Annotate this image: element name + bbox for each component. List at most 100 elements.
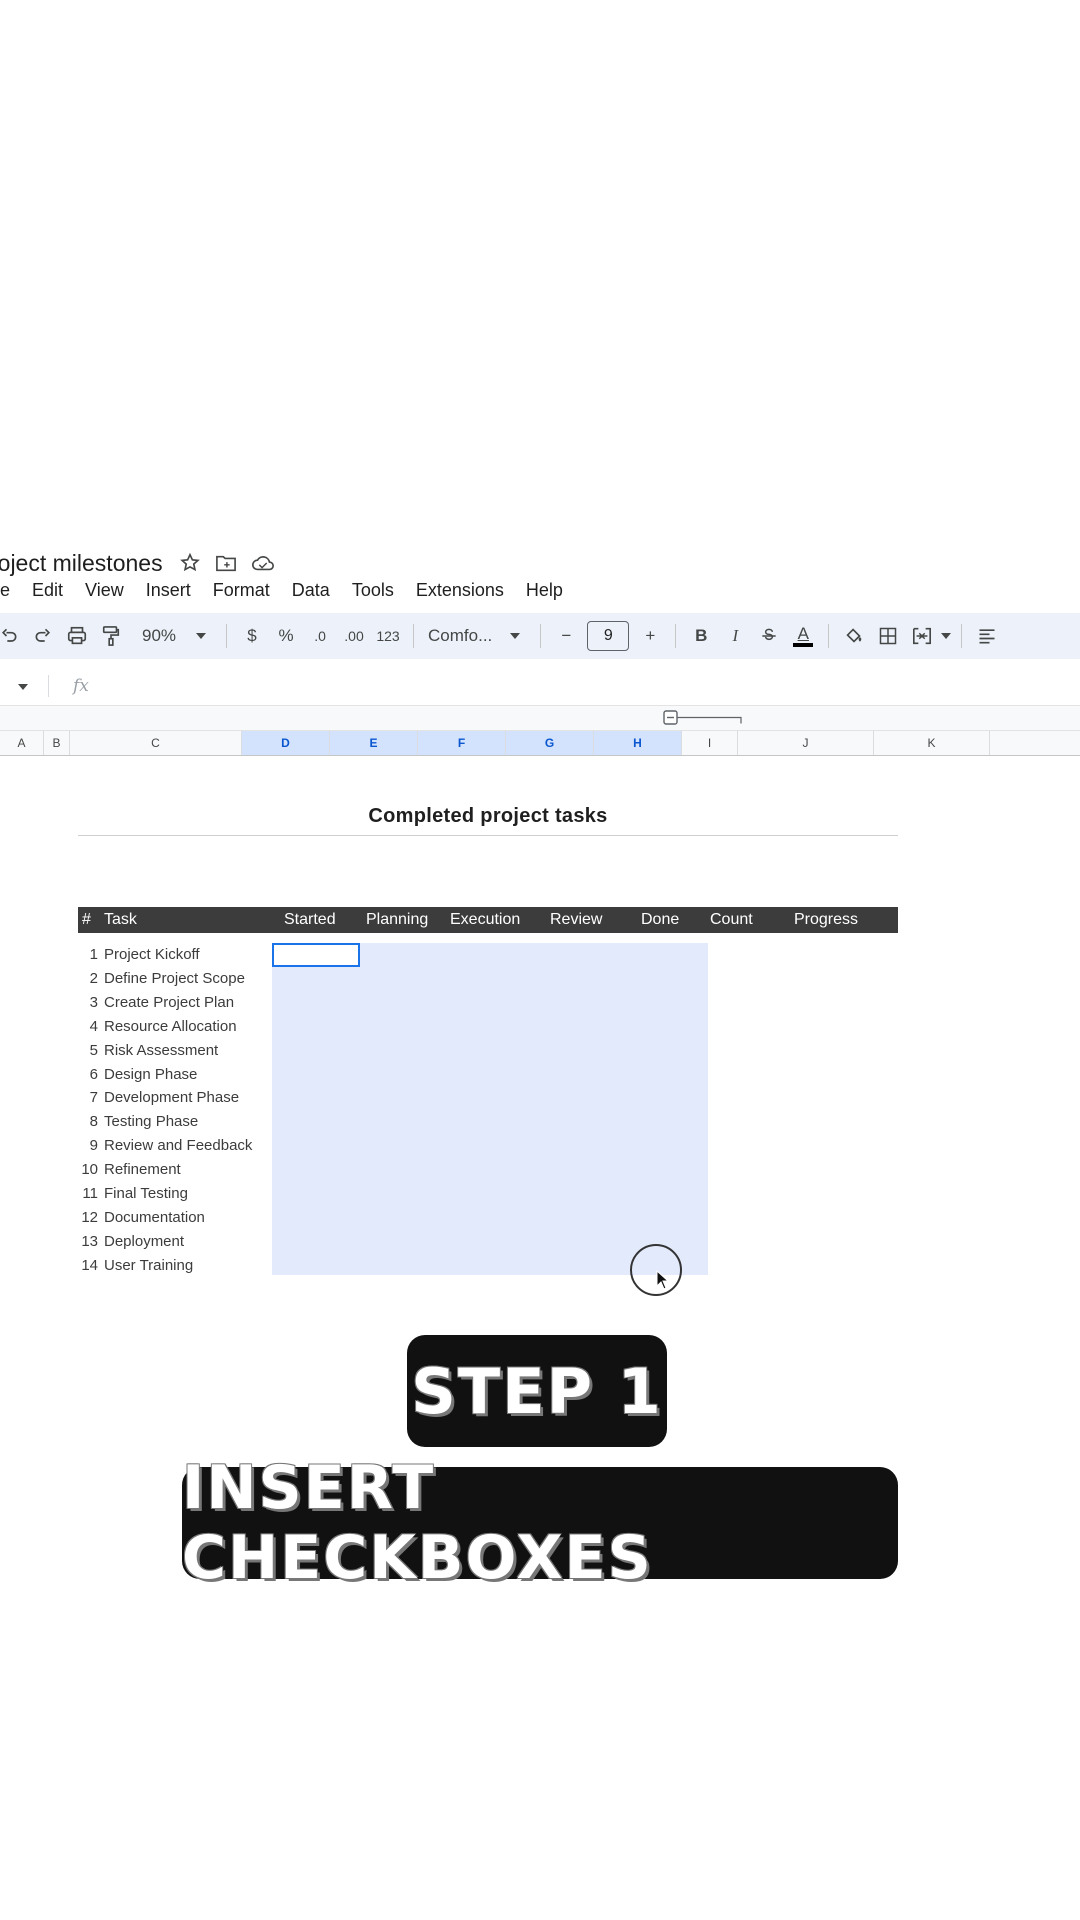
toolbar-divider [540, 624, 542, 648]
column-header-d[interactable]: D [242, 731, 330, 755]
column-header-k[interactable]: K [874, 731, 990, 755]
align-left-icon[interactable] [970, 618, 1004, 654]
merge-dropdown-icon[interactable] [939, 618, 953, 654]
menu-file[interactable]: ile [0, 580, 21, 601]
formula-divider [48, 675, 49, 697]
column-header-g[interactable]: G [506, 731, 594, 755]
task-number: 5 [89, 1041, 98, 1059]
task-number: 8 [89, 1113, 98, 1131]
cloud-status-icon[interactable] [251, 553, 275, 573]
fx-icon: fx [73, 676, 89, 696]
toolbar-divider [828, 624, 830, 648]
bold-button[interactable]: B [684, 618, 718, 654]
column-header-j[interactable]: J [738, 731, 874, 755]
task-name: Resource Allocation [104, 1017, 237, 1035]
document-title[interactable]: roject milestones [0, 550, 163, 577]
paint-format-icon[interactable] [94, 618, 128, 654]
task-name: Development Phase [104, 1089, 240, 1107]
spreadsheet-app: roject milestones ile Edit View Insert F… [0, 535, 1080, 1296]
active-cell[interactable] [272, 943, 360, 967]
column-header-i[interactable]: I [682, 731, 738, 755]
percent-format-button[interactable]: % [269, 618, 303, 654]
star-icon[interactable] [179, 552, 201, 574]
zoom-select[interactable]: 90% [128, 626, 184, 646]
toolbar-divider [675, 624, 677, 648]
toolbar-divider [413, 624, 415, 648]
increase-font-size-button[interactable]: + [633, 618, 667, 654]
text-color-letter: A [797, 624, 809, 643]
menu-extensions[interactable]: Extensions [405, 580, 515, 601]
column-header-e[interactable]: E [330, 731, 418, 755]
task-number: 10 [81, 1161, 98, 1179]
menu-view[interactable]: View [74, 580, 135, 601]
menu-tools[interactable]: Tools [341, 580, 405, 601]
toolbar-divider [226, 624, 228, 648]
task-number: 7 [89, 1089, 98, 1107]
increase-decimal-button[interactable]: .00 [337, 618, 371, 654]
header-task: Task [104, 911, 137, 928]
menu-bar: ile Edit View Insert Format Data Tools E… [0, 575, 574, 605]
zoom-dropdown-icon[interactable] [184, 618, 218, 654]
header-planning: Planning [366, 911, 429, 928]
task-number: 4 [89, 1017, 98, 1035]
toolbar: 90% $ % .0 .00 123 Comfo... − 9 + B I A [0, 613, 1080, 659]
task-name: Project Kickoff [104, 946, 200, 963]
column-header-h[interactable]: H [594, 731, 682, 755]
mouse-pointer-icon [656, 1269, 670, 1295]
column-header-c[interactable]: C [70, 731, 242, 755]
borders-icon[interactable] [871, 618, 905, 654]
menu-format[interactable]: Format [202, 580, 281, 601]
formula-bar: fx [0, 667, 1080, 706]
menu-insert[interactable]: Insert [135, 580, 202, 601]
column-header-a[interactable]: A [0, 731, 44, 755]
selected-range[interactable] [272, 943, 708, 1275]
menu-data[interactable]: Data [281, 580, 341, 601]
header-done: Done [641, 911, 680, 928]
menu-help[interactable]: Help [515, 580, 574, 601]
text-color-button[interactable]: A [786, 618, 820, 654]
formula-input[interactable] [89, 671, 1080, 701]
decrease-decimal-button[interactable]: .0 [303, 618, 337, 654]
task-number: 11 [82, 1185, 98, 1202]
collapse-group-icon[interactable] [663, 710, 743, 731]
table-header: # Task Started Planning Execution Review… [78, 907, 898, 933]
header-count: Count [710, 911, 753, 928]
strikethrough-icon[interactable] [752, 618, 786, 654]
task-name: Documentation [104, 1208, 205, 1226]
header-review: Review [550, 911, 603, 928]
column-header-b[interactable]: B [44, 731, 70, 755]
task-number: 14 [81, 1256, 98, 1274]
task-name: Refinement [104, 1161, 181, 1179]
number-format-button[interactable]: 123 [371, 618, 405, 654]
column-header-f[interactable]: F [418, 731, 506, 755]
font-size-input[interactable]: 9 [587, 621, 630, 651]
text-color-bar [793, 643, 814, 647]
task-number: 13 [81, 1232, 98, 1250]
toolbar-divider [961, 624, 963, 648]
task-number: 2 [89, 969, 98, 987]
task-name: Review and Feedback [104, 1137, 253, 1155]
task-name: Final Testing [104, 1185, 188, 1202]
header-num: # [82, 911, 91, 928]
header-started: Started [284, 911, 336, 928]
header-progress: Progress [794, 911, 859, 928]
currency-format-button[interactable]: $ [235, 618, 269, 654]
undo-icon[interactable] [0, 618, 26, 654]
redo-icon[interactable] [26, 618, 60, 654]
column-headers: ABCDEFGHIJK [0, 731, 1080, 756]
merge-cells-icon[interactable] [905, 618, 939, 654]
print-icon[interactable] [60, 618, 94, 654]
move-folder-icon[interactable] [215, 553, 237, 573]
menu-edit[interactable]: Edit [21, 580, 74, 601]
title-rule [78, 835, 898, 836]
task-name: Design Phase [104, 1065, 198, 1083]
decrease-font-size-button[interactable]: − [549, 618, 583, 654]
task-number: 1 [89, 946, 98, 963]
font-select[interactable]: Comfo... [422, 626, 498, 646]
task-name: Define Project Scope [104, 969, 245, 987]
italic-button[interactable]: I [718, 618, 752, 654]
fill-color-icon[interactable] [837, 618, 871, 654]
font-dropdown-icon[interactable] [498, 618, 532, 654]
name-box-dropdown-icon[interactable] [18, 677, 28, 695]
task-number: 12 [81, 1208, 98, 1226]
